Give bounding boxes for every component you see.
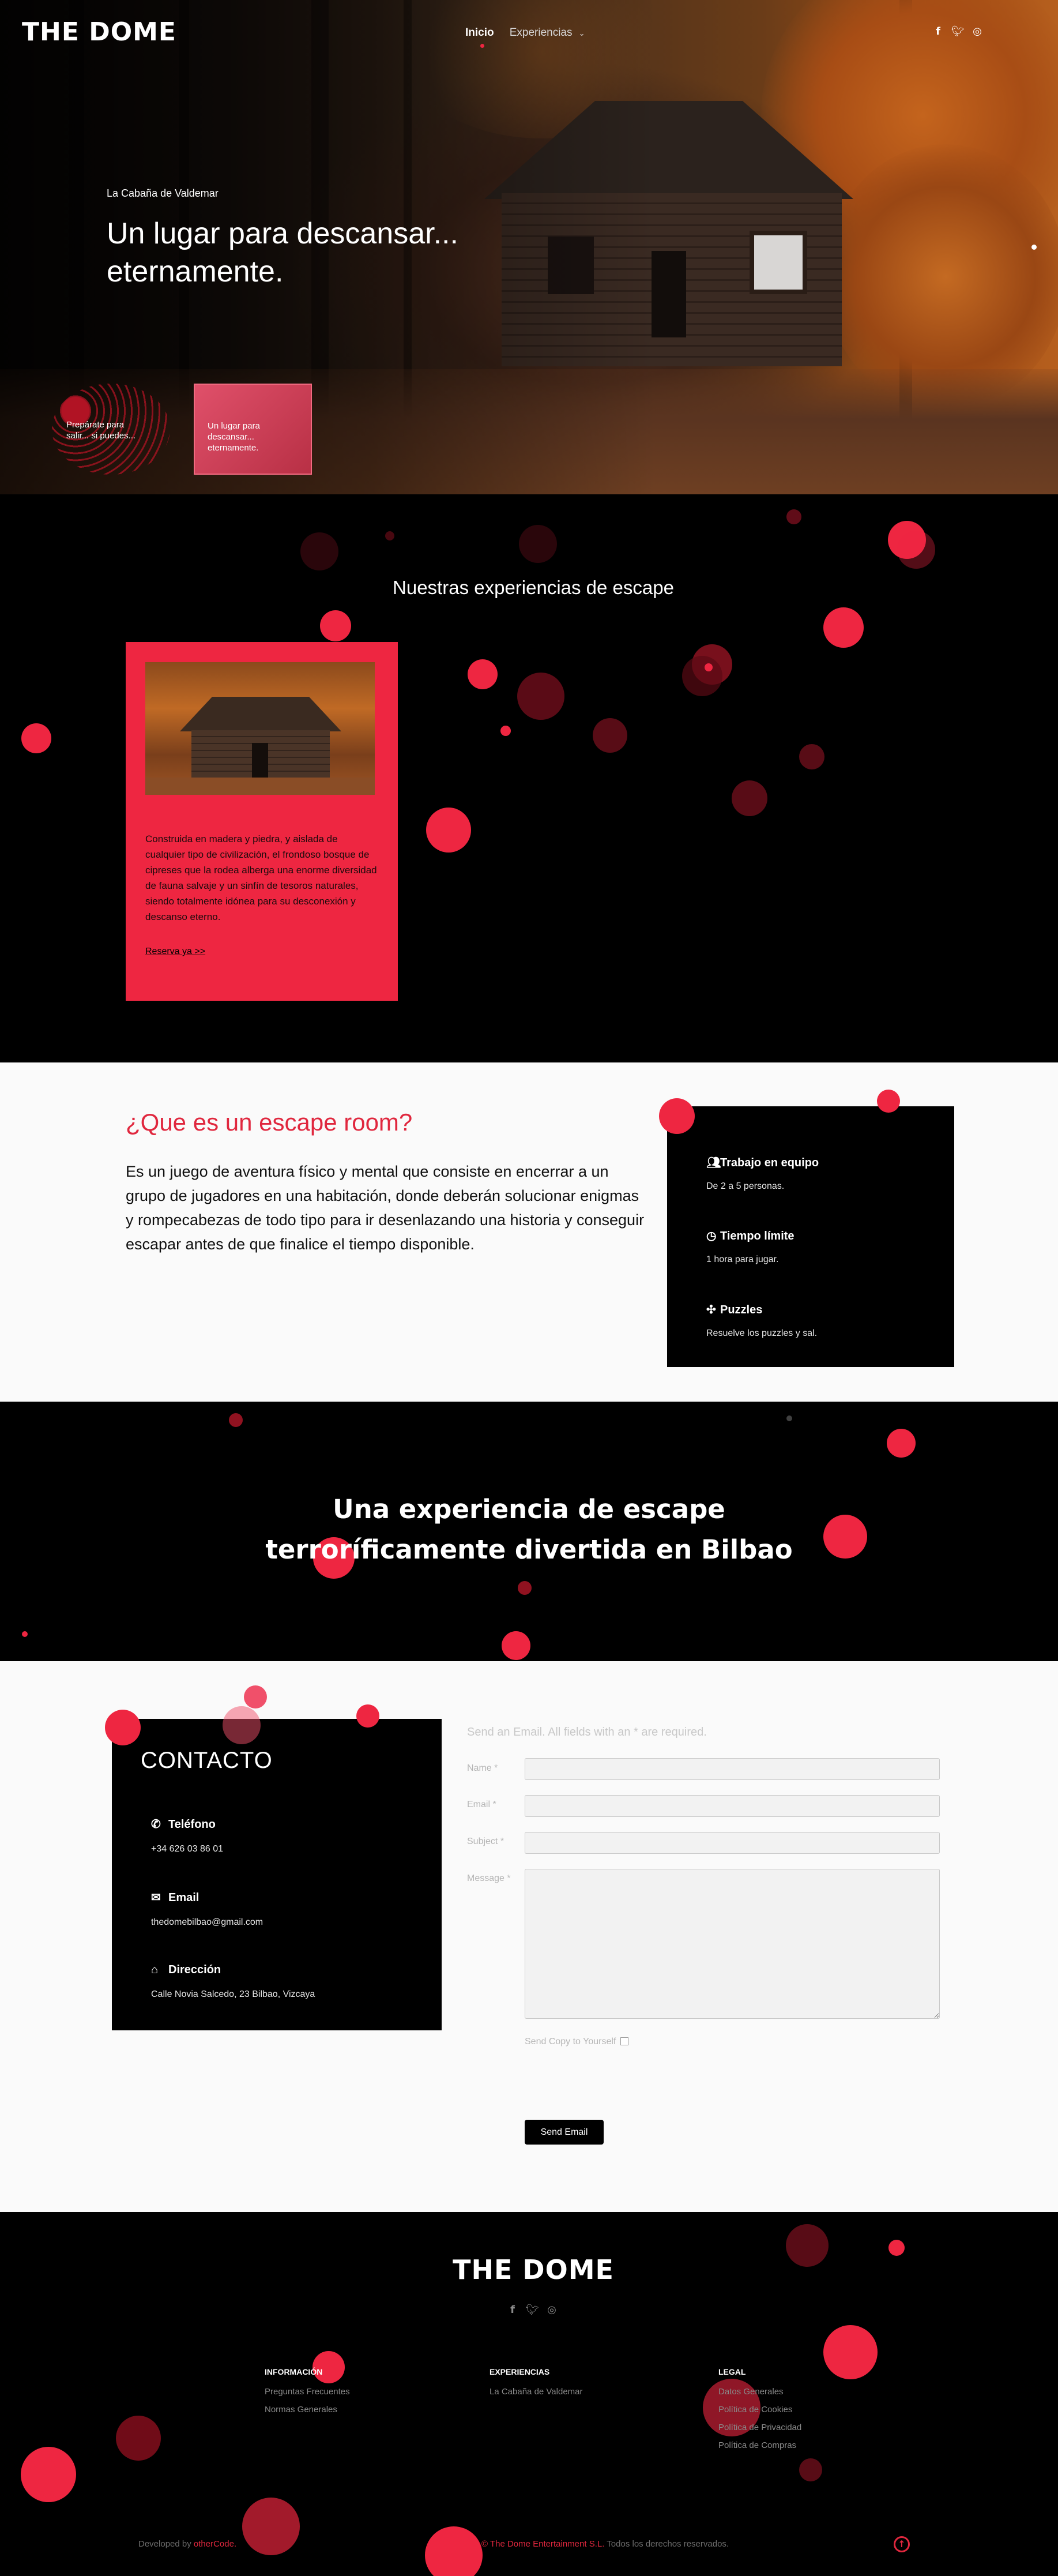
contact-item-value: Calle Novia Salcedo, 23 Bilbao, Vizcaya — [151, 1989, 315, 1999]
copyright-text: Todos los derechos reservados. — [607, 2539, 729, 2549]
particle — [877, 1090, 900, 1113]
email-field[interactable] — [525, 1795, 940, 1817]
name-field[interactable] — [525, 1758, 940, 1780]
feature-title: Puzzles — [720, 1304, 763, 1316]
puzzle-icon: ✣ — [706, 1304, 716, 1316]
active-nav-indicator — [480, 44, 484, 48]
footer-col-heading: LEGAL — [718, 2367, 746, 2376]
feature-title: Tiempo límite — [720, 1230, 795, 1242]
feature-desc: 1 hora para jugar. — [706, 1255, 779, 1264]
banner-line-1: Una experiencia de escape — [333, 1494, 725, 1524]
form-intro: Send an Email. All fields with an * are … — [467, 1726, 707, 1738]
banner-line-2: terroríficamente divertida en Bilbao — [265, 1534, 793, 1565]
copy-label: Send Copy to Yourself — [525, 2037, 616, 2046]
name-label: Name * — [467, 1763, 498, 1773]
contact-item-value[interactable]: thedomebilbao@gmail.com — [151, 1917, 263, 1928]
footer-col-legal: LEGAL Datos Generales Política de Cookie… — [718, 2367, 801, 2458]
copyright-brand: © The Dome Entertainment S.L. — [481, 2539, 605, 2549]
hero-title: Un lugar para descansar... eternamente. — [107, 217, 458, 288]
twitter-icon[interactable]: 🐦︎ — [526, 2304, 539, 2316]
contact-title: CONTACTO — [141, 1748, 273, 1773]
clock-icon: ◷ — [706, 1230, 717, 1242]
footer-link[interactable]: Preguntas Frecuentes — [265, 2387, 350, 2397]
phone-icon: ✆ — [151, 1818, 161, 1831]
subject-field[interactable] — [525, 1832, 940, 1854]
feature-title: Trabajo en equipo — [720, 1156, 819, 1169]
email-label: Email * — [467, 1800, 496, 1809]
nav-item-experiencias[interactable]: Experiencias — [510, 27, 573, 39]
footer-col-heading: INFORMACIÓN — [265, 2367, 323, 2376]
slider-dot[interactable] — [1031, 245, 1037, 250]
feature-time-limit: ◷ Tiempo límite 1 hora para jugar. — [706, 1229, 795, 1265]
facebook-icon[interactable]: f — [506, 2304, 519, 2316]
contact-item-title: Email — [168, 1891, 199, 1904]
users-icon: 👥︎ — [706, 1156, 721, 1169]
chevron-down-icon[interactable]: ⌄ — [579, 29, 585, 38]
escape-room-title: ¿Que es un escape room? — [126, 1109, 413, 1136]
experiences-title: Nuestras experiencias de escape — [393, 577, 674, 598]
escape-room-text: Es un juego de aventura físico y mental … — [126, 1163, 645, 1253]
contact-item-title: Teléfono — [168, 1818, 216, 1831]
instagram-icon[interactable]: ◎ — [971, 25, 984, 38]
feature-desc: Resuelve los puzzles y sal. — [706, 1328, 818, 1338]
footer-socials: f 🐦︎ ◎ — [499, 2304, 558, 2316]
contact-email: ✉ Email thedomebilbao@gmail.com — [151, 1890, 263, 1928]
footer-link[interactable]: Política de Cookies — [718, 2405, 801, 2414]
hero-thumb-text: Un lugar para descansar... eternamente. — [208, 421, 260, 453]
hero-thumb-2[interactable]: Un lugar para descansar... eternamente. — [194, 384, 312, 475]
feature-puzzles: ✣ Puzzles Resuelve los puzzles y sal. — [706, 1302, 817, 1339]
feature-desc: De 2 a 5 personas. — [706, 1181, 785, 1191]
footer-col-informacion: INFORMACIÓN Preguntas Frecuentes Normas … — [265, 2367, 350, 2423]
experience-description: Construida en madera y piedra, y aislada… — [145, 833, 377, 922]
features-box: 👥︎Trabajo en equipo De 2 a 5 personas. ◷… — [667, 1106, 954, 1367]
back-to-top-icon[interactable]: ↑ — [894, 2536, 910, 2552]
copyright: © The Dome Entertainment S.L. Todos los … — [481, 2539, 729, 2549]
contact-info-box: CONTACTO ✆ Teléfono +34 626 03 86 01 ✉ Ema… — [112, 1719, 442, 2030]
developer-link[interactable]: otherCode. — [194, 2539, 236, 2549]
reserve-link[interactable]: Reserva ya >> — [145, 947, 205, 957]
experience-card[interactable]: Construida en madera y piedra, y aislada… — [126, 642, 398, 1001]
footer-link[interactable]: Datos Generales — [718, 2387, 801, 2397]
message-label: Message * — [467, 1873, 511, 1883]
banner-title: Una experiencia de escape terroríficamen… — [0, 1489, 1058, 1570]
contact-item-value[interactable]: +34 626 03 86 01 — [151, 1844, 223, 1854]
copy-checkbox[interactable] — [620, 2037, 629, 2045]
particle — [659, 1098, 695, 1134]
footer-link[interactable]: Política de Privacidad — [718, 2423, 801, 2432]
header-socials: f 🐦︎ ◎ — [925, 25, 984, 38]
nav-item-inicio[interactable]: Inicio — [465, 27, 494, 39]
hero-subtitle: La Cabaña de Valdemar — [107, 187, 219, 199]
contact-address: ⌂ Dirección Calle Novia Salcedo, 23 Bilba… — [151, 1963, 315, 2000]
hero-thumb-text: Prepárate para salir... si puedes... — [66, 420, 136, 441]
envelope-icon: ✉ — [151, 1891, 161, 1904]
send-email-button[interactable]: Send Email — [525, 2120, 604, 2145]
hero-thumb-1[interactable]: Prepárate para salir... si puedes... — [52, 384, 170, 475]
contact-phone: ✆ Teléfono +34 626 03 86 01 — [151, 1817, 223, 1854]
message-field[interactable] — [525, 1869, 940, 2019]
facebook-icon[interactable]: f — [932, 25, 944, 38]
footer-link[interactable]: La Cabaña de Valdemar — [490, 2387, 583, 2397]
twitter-icon[interactable]: 🐦︎ — [951, 25, 965, 38]
footer-logo[interactable]: THE DOME — [0, 2254, 1058, 2285]
developed-prefix: Developed by — [138, 2539, 191, 2549]
site-logo[interactable]: THE DOME — [22, 17, 176, 47]
developed-by: Developed by otherCode. — [138, 2539, 236, 2549]
copy-to-self[interactable]: Send Copy to Yourself — [525, 2037, 629, 2047]
footer-col-heading: EXPERIENCIAS — [490, 2367, 550, 2376]
subject-label: Subject * — [467, 1837, 504, 1846]
footer-link[interactable]: Normas Generales — [265, 2405, 350, 2414]
footer-col-experiencias: EXPERIENCIAS La Cabaña de Valdemar — [490, 2367, 583, 2405]
cabin-thumbnail[interactable] — [145, 662, 375, 795]
home-icon: ⌂ — [151, 1963, 159, 1976]
contact-item-title: Dirección — [168, 1963, 221, 1976]
main-nav: Inicio Experiencias ⌄ — [465, 27, 585, 39]
footer-link[interactable]: Política de Compras — [718, 2440, 801, 2450]
feature-teamwork: 👥︎Trabajo en equipo De 2 a 5 personas. — [706, 1155, 819, 1192]
instagram-icon[interactable]: ◎ — [545, 2304, 558, 2316]
